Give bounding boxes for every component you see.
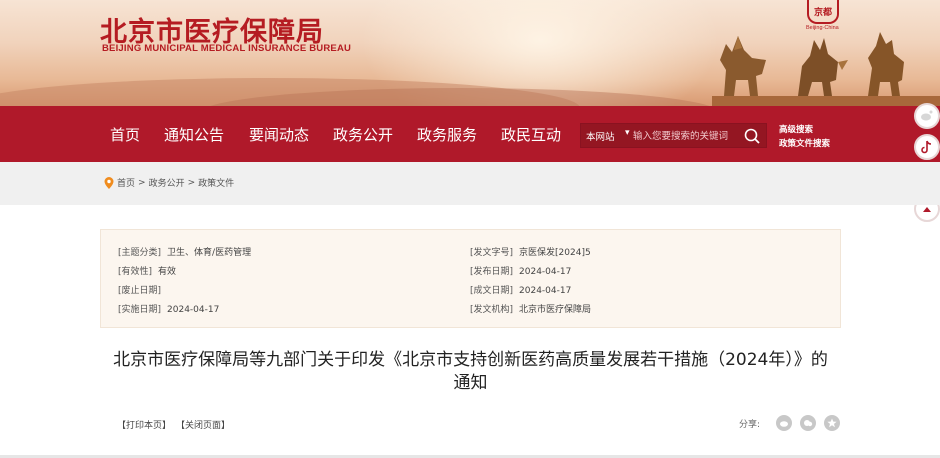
sculpture-plinth	[712, 96, 940, 106]
meta-value: 2024-04-17	[167, 305, 220, 315]
share-qzone-icon[interactable]	[824, 415, 840, 431]
nav-home[interactable]: 首页	[110, 124, 140, 145]
search-icon[interactable]	[741, 126, 763, 146]
location-pin-icon	[104, 176, 114, 189]
meta-value: 2024-04-17	[519, 267, 572, 277]
share-label: 分享:	[739, 420, 761, 430]
meta-label: [发文字号]	[470, 248, 514, 258]
document-title-line: 北京市医疗保障局等九部门关于印发《北京市支持创新医药高质量发展若干措施（2024…	[113, 350, 828, 370]
bronze-beast-icon	[868, 32, 904, 96]
chevron-down-icon[interactable]: ▾	[625, 128, 630, 138]
meta-label: [废止日期]	[118, 286, 162, 296]
nav-gov-affairs[interactable]: 政务公开	[333, 124, 393, 145]
breadcrumb-home[interactable]: 首页	[117, 176, 135, 189]
search-scope-select[interactable]: 本网站	[586, 129, 615, 143]
douyin-icon	[921, 140, 932, 154]
breadcrumb-separator: >	[138, 177, 146, 188]
nav-interaction[interactable]: 政民互动	[501, 124, 561, 145]
weibo-icon	[921, 110, 933, 121]
breadcrumb: 首页 > 政务公开 > 政策文件	[104, 176, 234, 189]
meta-label: [实施日期]	[118, 305, 162, 315]
meta-label: [发布日期]	[470, 267, 514, 277]
meta-validity: [有效性] 有效	[118, 264, 176, 277]
bronze-beast-icon	[798, 38, 848, 96]
breadcrumb-separator: >	[187, 177, 196, 188]
meta-written-date: [成文日期] 2024-04-17	[470, 283, 571, 296]
document-title-line: 通知	[453, 373, 488, 393]
meta-value: 京医保发[2024]5	[519, 248, 591, 258]
meta-value: 2024-04-17	[519, 286, 572, 296]
print-page-link[interactable]: 【打印本页】	[117, 418, 171, 431]
meta-value: 有效	[158, 267, 177, 277]
capital-seal-logo: 京都	[807, 0, 839, 24]
breadcrumb-strip: 首页 > 政务公开 > 政策文件	[0, 162, 940, 205]
meta-issuing-agency: [发文机构] 北京市医疗保障局	[470, 302, 591, 315]
document-title: 北京市医疗保障局等九部门关于印发《北京市支持创新医药高质量发展若干措施（2024…	[100, 349, 841, 395]
nav-news[interactable]: 要闻动态	[249, 124, 309, 145]
meta-value: 卫生、体育/医药管理	[167, 248, 252, 258]
policy-search-link[interactable]: 政策文件搜索	[779, 137, 830, 149]
share-wechat-icon[interactable]	[800, 415, 816, 431]
search-box: 本网站 ▾	[580, 123, 767, 148]
meta-doc-number: [发文字号] 京医保发[2024]5	[470, 245, 591, 258]
site-title-en: BEIJING MUNICIPAL MEDICAL INSURANCE BURE…	[102, 43, 352, 54]
nav-announcements[interactable]: 通知公告	[164, 124, 224, 145]
meta-label: [发文机构]	[470, 305, 514, 315]
meta-label: [主题分类]	[118, 248, 162, 258]
meta-effective-date: [实施日期] 2024-04-17	[118, 302, 219, 315]
douyin-button[interactable]	[914, 134, 940, 160]
breadcrumb-gov-affairs[interactable]: 政务公开	[149, 176, 185, 189]
meta-repeal-date: [废止日期]	[118, 283, 167, 296]
weibo-share-button[interactable]	[914, 103, 940, 129]
main-nav: 首页 通知公告 要闻动态 政务公开 政务服务 政民互动 本网站 ▾ 高级搜索 政…	[0, 106, 940, 162]
nav-gov-services[interactable]: 政务服务	[417, 124, 477, 145]
search-input[interactable]	[633, 127, 733, 145]
meta-label: [有效性]	[118, 267, 153, 277]
advanced-search-link[interactable]: 高级搜索	[779, 123, 813, 135]
meta-label: [成文日期]	[470, 286, 514, 296]
breadcrumb-policy-docs[interactable]: 政策文件	[198, 176, 234, 189]
bronze-beast-icon	[720, 36, 766, 96]
meta-publish-date: [发布日期] 2024-04-17	[470, 264, 571, 277]
meta-value: 北京市医疗保障局	[519, 305, 592, 315]
seal-text: 京都	[813, 7, 832, 18]
header-banner: 北京市医疗保障局 BEIJING MUNICIPAL MEDICAL INSUR…	[0, 0, 940, 106]
close-page-link[interactable]: 【关闭页面】	[176, 418, 230, 431]
document-meta-box: [主题分类] 卫生、体育/医药管理 [有效性] 有效 [废止日期] [实施日期] 20…	[100, 229, 841, 328]
share-weibo-icon[interactable]	[776, 415, 792, 431]
meta-subject-category: [主题分类] 卫生、体育/医药管理	[118, 245, 251, 258]
